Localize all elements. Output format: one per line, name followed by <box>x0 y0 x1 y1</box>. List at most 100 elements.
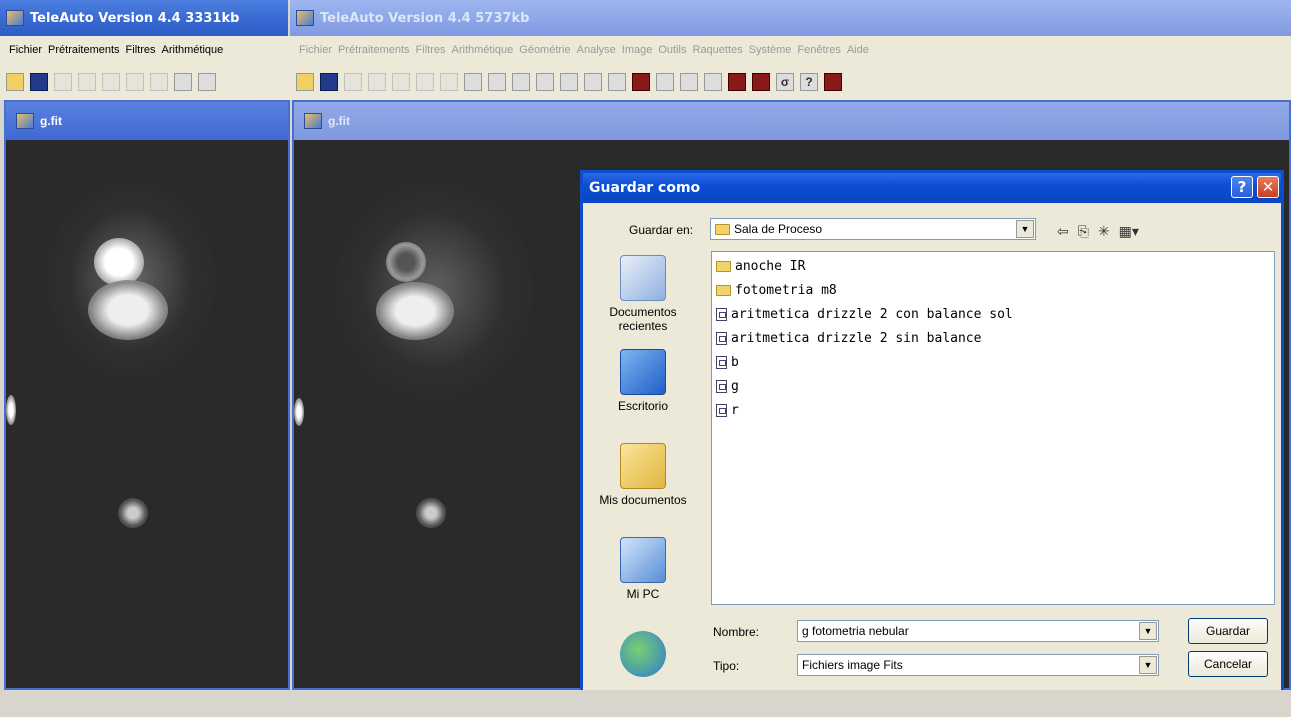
left-image-window-titlebar[interactable]: g.fit <box>6 102 288 140</box>
zoom-out-icon[interactable] <box>560 73 578 91</box>
flip-horizontal-icon[interactable] <box>704 73 722 91</box>
menu-raquettes[interactable]: Raquettes <box>689 44 745 56</box>
back-arrow-icon[interactable]: ⇦ <box>1057 223 1069 240</box>
save-in-value: Sala de Proceso <box>734 222 823 236</box>
file-type-label: Tipo: <box>713 659 740 673</box>
menu-aide[interactable]: Aide <box>844 44 872 56</box>
menu-geometrie[interactable]: Géométrie <box>516 44 573 56</box>
flat-field-icon[interactable] <box>416 73 434 91</box>
snowflake-icon[interactable] <box>54 73 72 91</box>
file-name-field[interactable]: g fotometria nebular ▼ <box>797 620 1159 642</box>
file-icon <box>716 331 727 345</box>
menu-analyse[interactable]: Analyse <box>574 44 619 56</box>
save-icon[interactable] <box>30 73 48 91</box>
network-places-icon <box>620 631 666 677</box>
stars-icon[interactable] <box>632 73 650 91</box>
offset-icon[interactable] <box>78 73 96 91</box>
menu-fenetres[interactable]: Fenêtres <box>794 44 843 56</box>
place-recent-documents[interactable]: Documentos recientes <box>589 247 697 341</box>
network-icon[interactable] <box>512 73 530 91</box>
help-icon[interactable]: ? <box>800 73 818 91</box>
folder-icon <box>716 284 731 296</box>
up-folder-icon[interactable]: ⎘ <box>1078 223 1089 240</box>
dark-frame-icon[interactable] <box>102 73 120 91</box>
stop-icon[interactable] <box>824 73 842 91</box>
place-label: Mi PC <box>626 587 660 601</box>
brightness-icon[interactable] <box>608 73 626 91</box>
flip-vertical-icon[interactable] <box>680 73 698 91</box>
flat-field-icon[interactable] <box>126 73 144 91</box>
color-icon[interactable] <box>752 73 770 91</box>
dark-frame-icon[interactable] <box>392 73 410 91</box>
place-my-computer[interactable]: Mi PC <box>589 529 697 623</box>
desktop-icon <box>620 349 666 395</box>
inner-app-title: TeleAuto Version 4.4 5737kb <box>320 10 530 26</box>
right-image-window-titlebar[interactable]: g.fit <box>294 102 1289 140</box>
open-icon[interactable] <box>6 73 24 91</box>
teleauto-app-icon <box>296 10 314 26</box>
menu-arithmetique[interactable]: Arithmétique <box>449 44 517 56</box>
nebula-core <box>376 282 454 340</box>
help-button[interactable]: ? <box>1231 176 1253 198</box>
offset-icon[interactable] <box>368 73 386 91</box>
place-label: Mis documentos <box>599 493 687 507</box>
folder-icon <box>716 260 731 272</box>
close-button[interactable]: ✕ <box>1257 176 1279 198</box>
file-list[interactable]: anoche IR fotometria m8 aritmetica drizz… <box>711 251 1275 605</box>
file-type-value: Fichiers image Fits <box>802 658 903 672</box>
list-item[interactable]: fotometria m8 <box>716 278 1270 302</box>
save-in-dropdown[interactable]: Sala de Proceso ▼ <box>710 218 1036 240</box>
save-as-dialog-titlebar[interactable]: Guardar como ? ✕ <box>583 173 1281 203</box>
menu-fichier[interactable]: Fichier <box>6 44 45 56</box>
menu-pretraitements[interactable]: Prétraitements <box>45 44 123 56</box>
clock-icon[interactable] <box>174 73 192 91</box>
file-type-dropdown[interactable]: Fichiers image Fits ▼ <box>797 654 1159 676</box>
target-icon[interactable] <box>198 73 216 91</box>
menu-systeme[interactable]: Système <box>746 44 795 56</box>
menu-filtres[interactable]: Filtres <box>123 44 159 56</box>
save-icon[interactable] <box>320 73 338 91</box>
list-item[interactable]: r <box>716 398 1270 422</box>
menu-filtres[interactable]: Filtres <box>413 44 449 56</box>
dome-icon[interactable] <box>440 73 458 91</box>
open-icon[interactable] <box>296 73 314 91</box>
menu-outils[interactable]: Outils <box>655 44 689 56</box>
menu-pretraitements[interactable]: Prétraitements <box>335 44 413 56</box>
triangle-icon[interactable] <box>656 73 674 91</box>
menu-arithmetique[interactable]: Arithmétique <box>159 44 227 56</box>
place-label: Documentos recientes <box>609 305 677 333</box>
list-item[interactable]: aritmetica drizzle 2 con balance sol <box>716 302 1270 326</box>
outer-app-titlebar[interactable]: TeleAuto Version 4.4 3331kb <box>0 0 288 36</box>
left-image-window-title: g.fit <box>40 114 62 128</box>
place-network[interactable] <box>589 623 697 717</box>
snowflake-icon[interactable] <box>344 73 362 91</box>
places-bar: Documentos recientes Escritorio Mis docu… <box>589 247 697 717</box>
file-icon <box>716 403 727 417</box>
clock-icon[interactable] <box>464 73 482 91</box>
chevron-down-icon[interactable]: ▼ <box>1139 656 1157 674</box>
list-item[interactable]: anoche IR <box>716 254 1270 278</box>
list-item[interactable]: aritmetica drizzle 2 sin balance <box>716 326 1270 350</box>
file-icon <box>716 379 727 393</box>
inner-app-titlebar[interactable]: TeleAuto Version 4.4 5737kb <box>290 0 1291 36</box>
zoom-in-icon[interactable] <box>584 73 602 91</box>
undo-icon[interactable] <box>536 73 554 91</box>
chevron-down-icon[interactable]: ▼ <box>1016 220 1034 238</box>
place-my-documents[interactable]: Mis documentos <box>589 435 697 529</box>
sigma-icon[interactable]: σ <box>776 73 794 91</box>
list-item[interactable]: g <box>716 374 1270 398</box>
cancel-button[interactable]: Cancelar <box>1188 651 1268 677</box>
view-menu-icon[interactable]: ▦▾ <box>1119 223 1139 240</box>
chevron-down-icon[interactable]: ▼ <box>1139 622 1157 640</box>
save-button[interactable]: Guardar <box>1188 618 1268 644</box>
menu-image[interactable]: Image <box>619 44 656 56</box>
dome-icon[interactable] <box>150 73 168 91</box>
list-item[interactable]: b <box>716 350 1270 374</box>
place-desktop[interactable]: Escritorio <box>589 341 697 435</box>
menu-fichier[interactable]: Fichier <box>296 44 335 56</box>
mosaic-icon[interactable] <box>728 73 746 91</box>
new-folder-icon[interactable]: ✳ <box>1098 223 1110 240</box>
outer-app-title: TeleAuto Version 4.4 3331kb <box>30 10 240 26</box>
left-fit-image[interactable] <box>6 140 288 688</box>
target-icon[interactable] <box>488 73 506 91</box>
